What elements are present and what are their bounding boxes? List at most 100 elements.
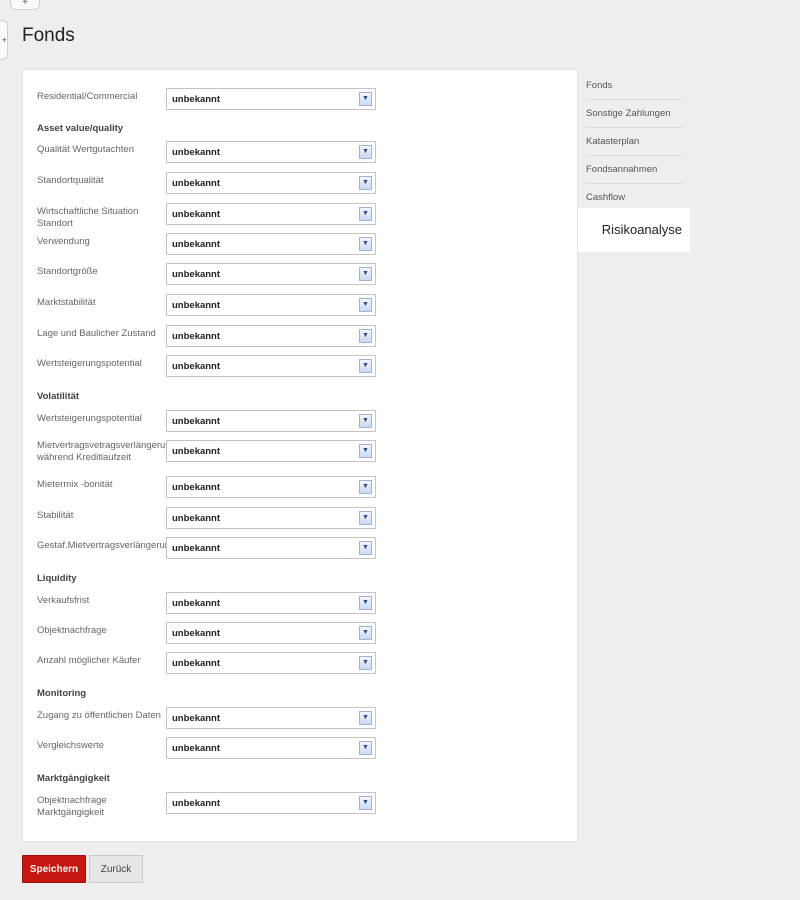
- chevron-down-icon: ▼: [359, 414, 372, 428]
- field-anzahl-kaeufer: Anzahl möglicher Käufer unbekannt ▼: [37, 652, 577, 676]
- field-mietvertrag-verlaengerung: Mietvertragsvetragsverlängerung während …: [37, 440, 577, 464]
- chevron-down-icon: ▼: [359, 359, 372, 373]
- top-add-tab[interactable]: +: [10, 0, 40, 10]
- section-heading: Marktgängigkeit: [37, 773, 110, 784]
- qualitaet-wertgutachten-select[interactable]: unbekannt ▼: [166, 141, 376, 163]
- zugang-daten-select[interactable]: unbekannt ▼: [166, 707, 376, 729]
- nav-item-fonds[interactable]: Fonds: [586, 72, 684, 100]
- page-title: Fonds: [22, 25, 75, 46]
- field-label: Verkaufsfrist: [37, 595, 90, 606]
- nav-item-cashflow[interactable]: Cashflow: [586, 184, 684, 211]
- chevron-down-icon: ▼: [359, 626, 372, 640]
- chevron-down-icon: ▼: [359, 444, 372, 458]
- stabilitaet-select[interactable]: unbekannt ▼: [166, 507, 376, 529]
- back-button[interactable]: Zurück: [89, 855, 143, 883]
- residential-commercial-select[interactable]: unbekannt ▼: [166, 88, 376, 110]
- field-label: Anzahl möglicher Käufer: [37, 655, 141, 666]
- field-label: Qualität Wertgutachten: [37, 144, 134, 155]
- field-label: Objektnachfrage: [37, 625, 107, 636]
- field-marktstabilitaet: Marktstabilität unbekannt ▼: [37, 294, 577, 318]
- field-label: Zugang zu öffentlichen Daten: [37, 710, 161, 721]
- field-standortgroesse: Standortgröße unbekannt ▼: [37, 263, 577, 287]
- chevron-down-icon: ▼: [359, 267, 372, 281]
- vergleichswerte-select[interactable]: unbekannt ▼: [166, 737, 376, 759]
- plus-icon: +: [1, 35, 7, 45]
- standortgroesse-select[interactable]: unbekannt ▼: [166, 263, 376, 285]
- marktstabilitaet-select[interactable]: unbekannt ▼: [166, 294, 376, 316]
- field-label: Mietermix -bonität: [37, 479, 113, 490]
- field-stabilitaet: Stabilität unbekannt ▼: [37, 507, 577, 531]
- section-heading: Monitoring: [37, 688, 87, 699]
- chevron-down-icon: ▼: [359, 796, 372, 810]
- field-verkaufsfrist: Verkaufsfrist unbekannt ▼: [37, 592, 577, 616]
- field-objektnachfrage-marktgaengigkeit: Objektnachfrage Marktgängigkeit unbekann…: [37, 792, 577, 818]
- chevron-down-icon: ▼: [359, 541, 372, 555]
- chevron-down-icon: ▼: [359, 741, 372, 755]
- verkaufsfrist-select[interactable]: unbekannt ▼: [166, 592, 376, 614]
- field-label: Wertsteigerungspotential: [37, 413, 142, 424]
- nav-item-risikoanalyse[interactable]: Risikoanalyse: [578, 208, 690, 252]
- chevron-down-icon: ▼: [359, 207, 372, 221]
- field-wertsteigerungspotential-volatilitaet: Wertsteigerungspotential unbekannt ▼: [37, 410, 577, 434]
- objektnachfrage-select[interactable]: unbekannt ▼: [166, 622, 376, 644]
- verwendung-select[interactable]: unbekannt ▼: [166, 233, 376, 255]
- chevron-down-icon: ▼: [359, 298, 372, 312]
- save-button[interactable]: Speichern: [22, 855, 86, 883]
- lage-baulicher-zustand-select[interactable]: unbekannt ▼: [166, 325, 376, 347]
- mietermix-bonitaet-select[interactable]: unbekannt ▼: [166, 476, 376, 498]
- nav-item-katasterplan[interactable]: Katasterplan: [586, 128, 684, 156]
- chevron-down-icon: ▼: [359, 145, 372, 159]
- field-residential-commercial: Residential/Commercial unbekannt ▼: [37, 88, 577, 112]
- mietvertrag-verlaengerung-select[interactable]: unbekannt ▼: [166, 440, 376, 462]
- nav-item-fondsannahmen[interactable]: Fondsannahmen: [586, 156, 684, 184]
- chevron-down-icon: ▼: [359, 329, 372, 343]
- side-nav: Fonds Sonstige Zahlungen Katasterplan Fo…: [586, 72, 684, 211]
- wertsteigerungspotential-select[interactable]: unbekannt ▼: [166, 355, 376, 377]
- gestaf-mietvertrag-select[interactable]: unbekannt ▼: [166, 537, 376, 559]
- objektnachfrage-marktgaengigkeit-select[interactable]: unbekannt ▼: [166, 792, 376, 814]
- chevron-down-icon: ▼: [359, 511, 372, 525]
- wertsteigerungspotential-volatilitaet-select[interactable]: unbekannt ▼: [166, 410, 376, 432]
- side-expand-tab[interactable]: +: [0, 20, 8, 60]
- chevron-down-icon: ▼: [359, 711, 372, 725]
- field-mietermix-bonitaet: Mietermix -bonität unbekannt ▼: [37, 476, 577, 500]
- field-lage-baulicher-zustand: Lage und Baulicher Zustand unbekannt ▼: [37, 325, 577, 349]
- chevron-down-icon: ▼: [359, 480, 372, 494]
- standortqualitaet-select[interactable]: unbekannt ▼: [166, 172, 376, 194]
- field-label: Marktstabilität: [37, 297, 96, 308]
- chevron-down-icon: ▼: [359, 176, 372, 190]
- field-vergleichswerte: Vergleichswerte unbekannt ▼: [37, 737, 577, 761]
- field-label: Verwendung: [37, 236, 90, 247]
- field-qualitaet-wertgutachten: Qualität Wertgutachten unbekannt ▼: [37, 141, 577, 165]
- field-gestaf-mietvertrag: Gestaf.Mietvertragsverlängerung unbekann…: [37, 537, 577, 561]
- field-standortqualitaet: Standortqualität unbekannt ▼: [37, 172, 577, 196]
- field-label: Standortqualität: [37, 175, 104, 186]
- chevron-down-icon: ▼: [359, 596, 372, 610]
- field-label: Objektnachfrage Marktgängigkeit: [37, 795, 107, 818]
- field-wirtschaftliche-situation: Wirtschaftliche Situation Standort unbek…: [37, 203, 577, 229]
- field-wertsteigerungspotential: Wertsteigerungspotential unbekannt ▼: [37, 355, 577, 379]
- field-objektnachfrage: Objektnachfrage unbekannt ▼: [37, 622, 577, 646]
- chevron-down-icon: ▼: [359, 92, 372, 106]
- wirtschaftliche-situation-select[interactable]: unbekannt ▼: [166, 203, 376, 225]
- field-label: Wertsteigerungspotential: [37, 358, 142, 369]
- field-label: Residential/Commercial: [37, 91, 138, 102]
- chevron-down-icon: ▼: [359, 656, 372, 670]
- field-label: Lage und Baulicher Zustand: [37, 328, 156, 339]
- field-zugang-daten: Zugang zu öffentlichen Daten unbekannt ▼: [37, 707, 577, 731]
- risk-form-panel: Residential/Commercial unbekannt ▼ Asset …: [22, 69, 578, 842]
- field-label: Mietvertragsvetragsverlängerung während …: [37, 440, 176, 463]
- field-label: Wirtschaftliche Situation Standort: [37, 206, 139, 229]
- chevron-down-icon: ▼: [359, 237, 372, 251]
- section-heading: Liquidity: [37, 573, 77, 584]
- plus-icon: +: [22, 0, 28, 8]
- field-label: Stabilität: [37, 510, 74, 521]
- anzahl-kaeufer-select[interactable]: unbekannt ▼: [166, 652, 376, 674]
- field-verwendung: Verwendung unbekannt ▼: [37, 233, 577, 257]
- field-label: Vergleichswerte: [37, 740, 105, 751]
- field-label: Gestaf.Mietvertragsverlängerung: [37, 540, 176, 551]
- section-heading: Asset value/quality: [37, 123, 124, 134]
- nav-item-sonstige-zahlungen[interactable]: Sonstige Zahlungen: [586, 100, 684, 128]
- section-heading: Volatilität: [37, 391, 80, 402]
- field-label: Standortgröße: [37, 266, 98, 277]
